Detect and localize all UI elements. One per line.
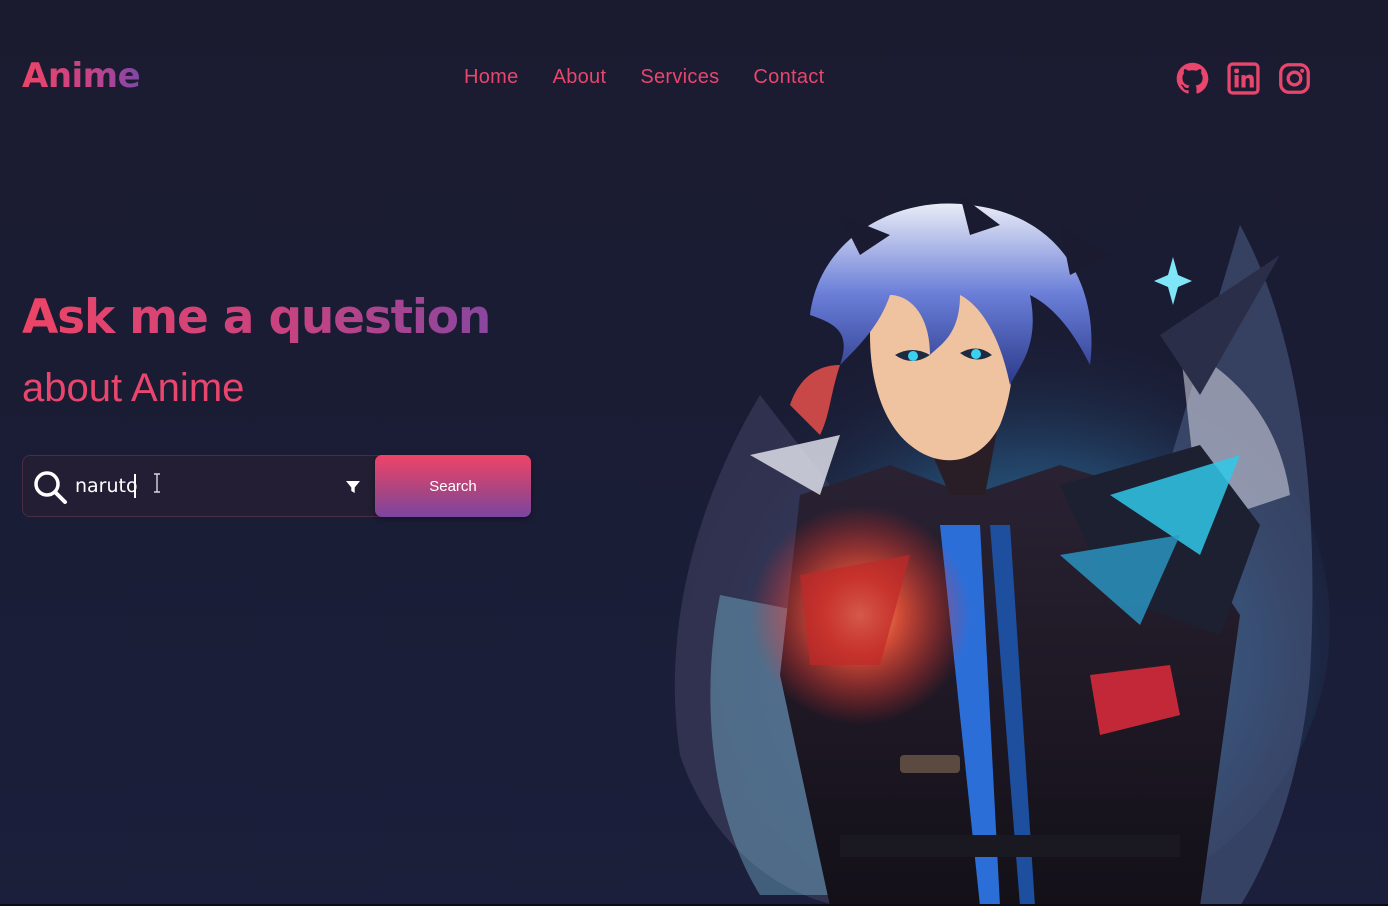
hero-headline: Ask me a question [22, 290, 491, 345]
main-nav: Home About Services Contact [464, 66, 824, 89]
logo[interactable]: Anime [22, 56, 141, 96]
search-input[interactable] [75, 468, 335, 504]
filter-icon[interactable] [345, 479, 361, 495]
hero-subheadline: about Anime [22, 366, 245, 410]
nav-about[interactable]: About [553, 66, 607, 89]
search-bar: Search [22, 455, 531, 517]
text-caret [134, 474, 136, 498]
social-links [1176, 62, 1311, 95]
page: Anime Home About Services Contact Ask me… [0, 0, 1388, 906]
nav-services[interactable]: Services [640, 66, 719, 89]
text-cursor-icon [154, 473, 160, 493]
nav-contact[interactable]: Contact [753, 66, 824, 89]
nav-home[interactable]: Home [464, 66, 519, 89]
github-icon[interactable] [1176, 62, 1209, 95]
search-button[interactable]: Search [375, 455, 531, 517]
hero-illustration [670, 195, 1330, 906]
linkedin-icon[interactable] [1227, 62, 1260, 95]
search-icon [34, 471, 67, 504]
instagram-icon[interactable] [1278, 62, 1311, 95]
